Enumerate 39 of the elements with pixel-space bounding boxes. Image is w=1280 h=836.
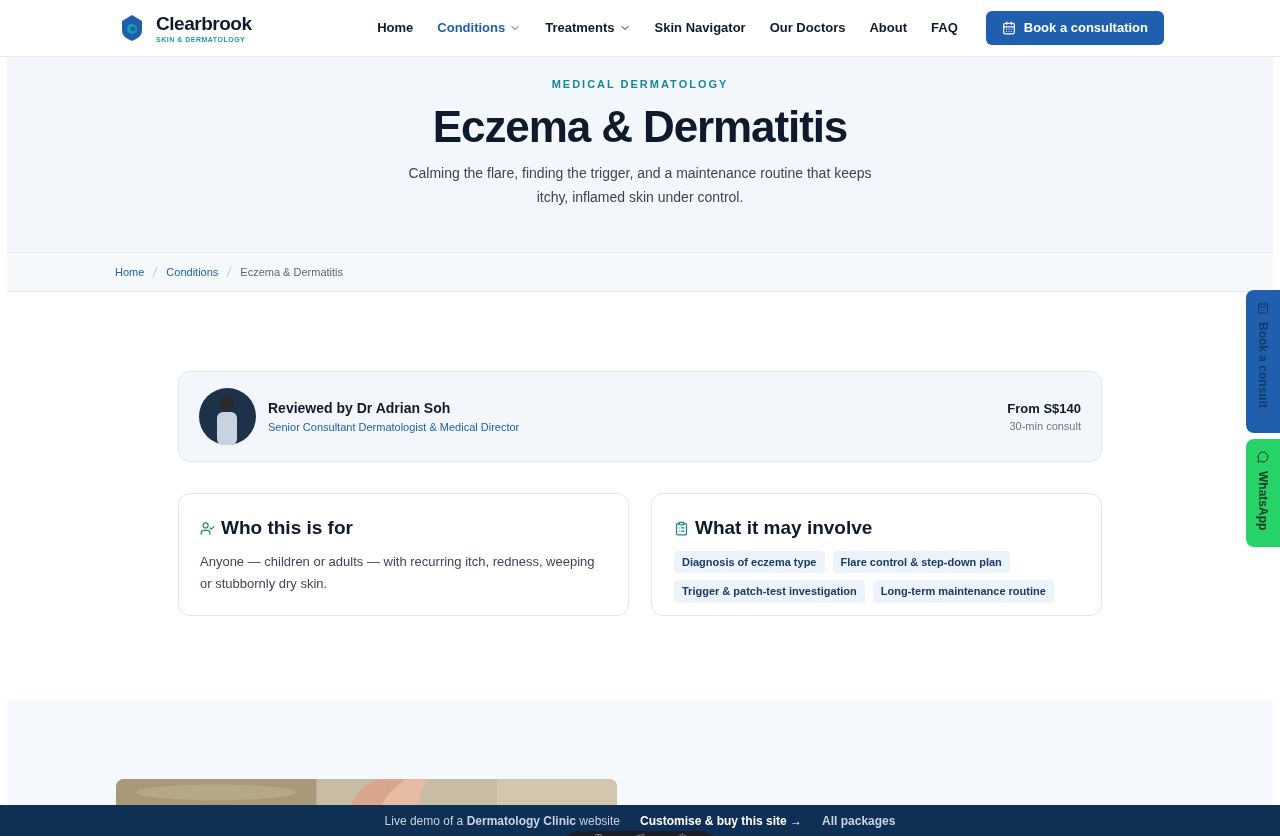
nav-link[interactable]: Our Doctors [769,18,846,38]
whatsapp-tab[interactable]: WhatsApp [1246,439,1280,547]
calendar-icon [1001,21,1016,35]
tag: Flare control & step-down plan [832,550,1010,573]
reviewer-name: Reviewed by Dr Adrian Soh [268,398,452,418]
hero-title: Eczema & Dermatitis [432,100,848,153]
price-duration: 30-min consult [1009,419,1081,434]
card-title: Who this is for [221,516,353,540]
chat-icon [1257,451,1269,463]
breadcrumb-current: Eczema & Dermatitis [240,264,344,280]
nav-link[interactable]: Home [377,18,414,38]
clipboard-icon [674,520,689,536]
book-consultation-button[interactable]: Book a consultation [985,11,1164,45]
brand-name: Clearbrook [156,13,252,33]
card-text: Anyone — children or adults — with recurring itch, redness, weeping or stubbornly dry skin. [200,552,596,593]
calendar-icon [1257,302,1269,314]
packages-link[interactable]: All packages [822,811,896,830]
nav-link[interactable]: Treatments [545,18,631,38]
nav-link[interactable]: FAQ [931,18,958,38]
tag: Trigger & patch-test investigation [674,580,865,603]
buy-site-link[interactable]: Customise & buy this site → [640,811,803,830]
nav-link[interactable]: Conditions [437,18,522,38]
separator-icon [226,267,233,277]
nav-link[interactable]: Skin Navigator [654,18,746,38]
breadcrumb-link[interactable]: Home [115,263,145,281]
user-check-icon [200,520,215,536]
breadcrumb-link[interactable]: Conditions [166,263,219,281]
nav-link[interactable]: About [869,18,908,38]
doctor-avatar [199,388,256,445]
hero-subtitle: Calming the flare, finding the trigger, and a maintenance routine that keeps itchy, inflamed skin under control. [407,163,873,207]
demo-text: Live demo of a Dermatology Clinic website [384,812,620,830]
tag: Diagnosis of eczema type [674,550,825,573]
reviewer-role: Senior Consultant Dermatologist & Medical Director [268,419,520,435]
hero-eyebrow: MEDICAL DERMATOLOGY [551,77,729,92]
tag: Long-term maintenance routine [872,580,1054,603]
separator-icon [152,267,159,277]
price: From S$140 [1007,399,1081,418]
card-title: What it may involve [695,516,873,540]
shield-logo-icon [120,14,144,42]
